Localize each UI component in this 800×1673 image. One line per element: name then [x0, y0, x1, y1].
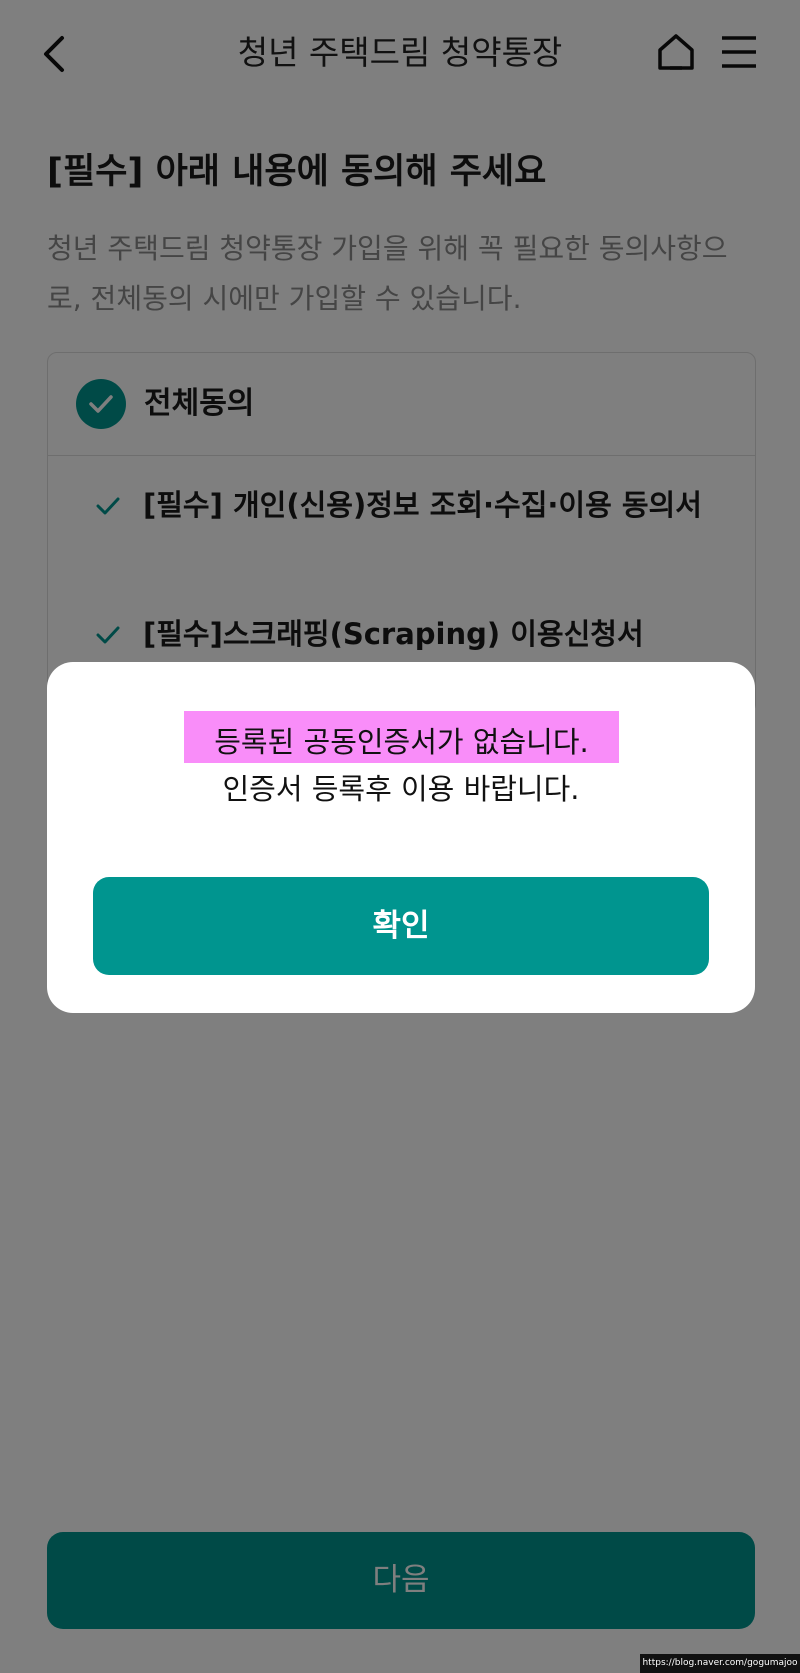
confirm-button[interactable]: 확인	[93, 877, 709, 975]
dialog-message-highlighted: 등록된 공동인증서가 없습니다.	[184, 711, 619, 763]
confirm-button-label: 확인	[372, 908, 430, 944]
dialog-message: 인증서 등록후 이용 바랍니다.	[222, 772, 580, 806]
alert-dialog: 등록된 공동인증서가 없습니다. 인증서 등록후 이용 바랍니다. 확인	[47, 662, 755, 1013]
watermark: https://blog.naver.com/gogumajoo	[640, 1654, 800, 1673]
